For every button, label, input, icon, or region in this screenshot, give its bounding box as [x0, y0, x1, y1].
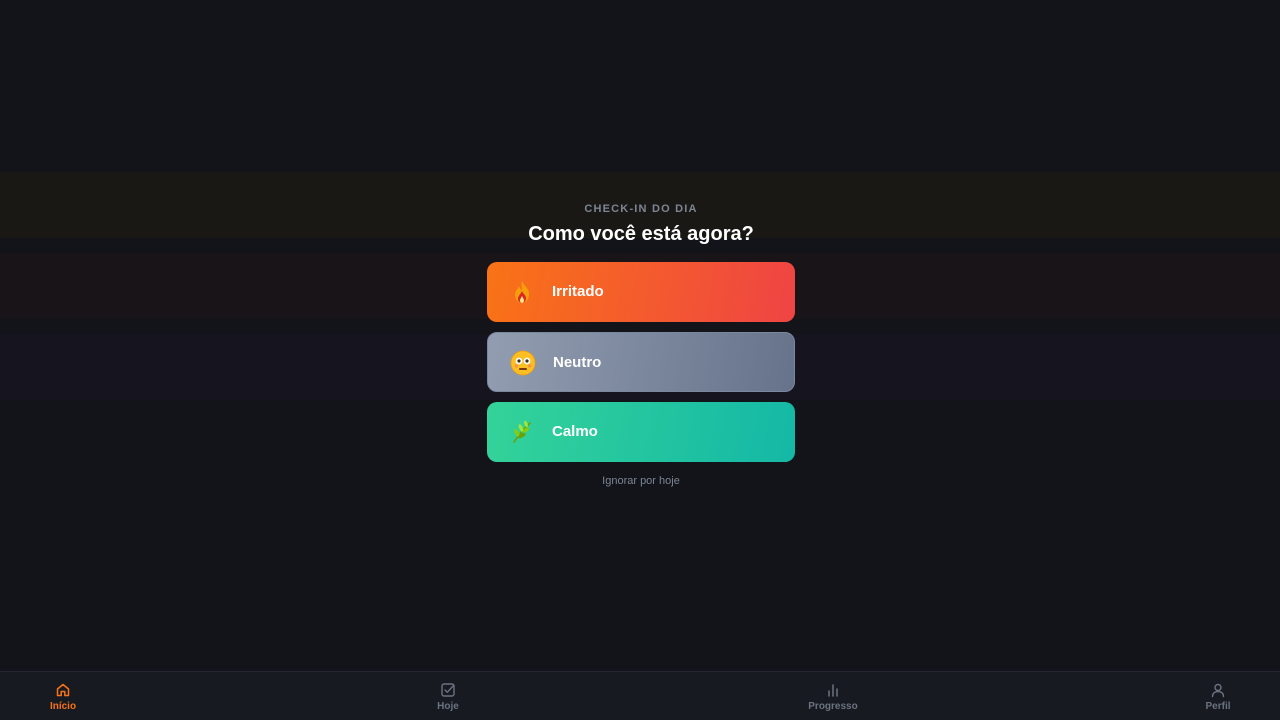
bar-chart-icon	[828, 684, 838, 697]
nav-item-perfil[interactable]: Perfil	[1168, 680, 1268, 718]
nav-label: Início	[49, 701, 77, 712]
nav-item-progresso[interactable]: Progresso	[783, 680, 883, 718]
nav-item-inicio[interactable]: Início	[13, 680, 113, 718]
modal-title: Como você está agora?	[528, 223, 754, 245]
mood-option-label: Irritado	[552, 283, 604, 300]
skip-today-link[interactable]: Ignorar por hoje	[487, 475, 795, 487]
fire-icon	[515, 281, 529, 303]
app-root: CHECK-IN DO DIA Como você está agora? Ir…	[0, 0, 1280, 720]
bottom-navigation: Início Hoje Progresso Perfil	[0, 671, 1280, 720]
mood-option-irritado[interactable]: Irritado	[487, 262, 795, 322]
nav-item-hoje[interactable]: Hoje	[398, 680, 498, 718]
checkbox-icon	[441, 683, 455, 697]
nav-label: Progresso	[808, 701, 858, 712]
home-icon	[56, 683, 70, 697]
modal-eyebrow: CHECK-IN DO DIA	[584, 203, 698, 215]
mood-option-calmo[interactable]: Calmo	[487, 402, 795, 462]
nav-label: Hoje	[437, 701, 459, 712]
nav-label: Perfil	[1205, 701, 1231, 712]
herb-icon	[513, 420, 531, 443]
mood-option-neutro[interactable]: Neutro	[487, 332, 795, 392]
neutral-face-icon	[510, 350, 536, 376]
mood-options: Irritado Neutro Calmo	[487, 262, 795, 462]
mood-option-label: Calmo	[552, 423, 598, 440]
mood-option-label: Neutro	[553, 354, 602, 371]
mood-checkin-modal: CHECK-IN DO DIA Como você está agora? Ir…	[487, 200, 795, 487]
user-icon	[1211, 683, 1225, 698]
